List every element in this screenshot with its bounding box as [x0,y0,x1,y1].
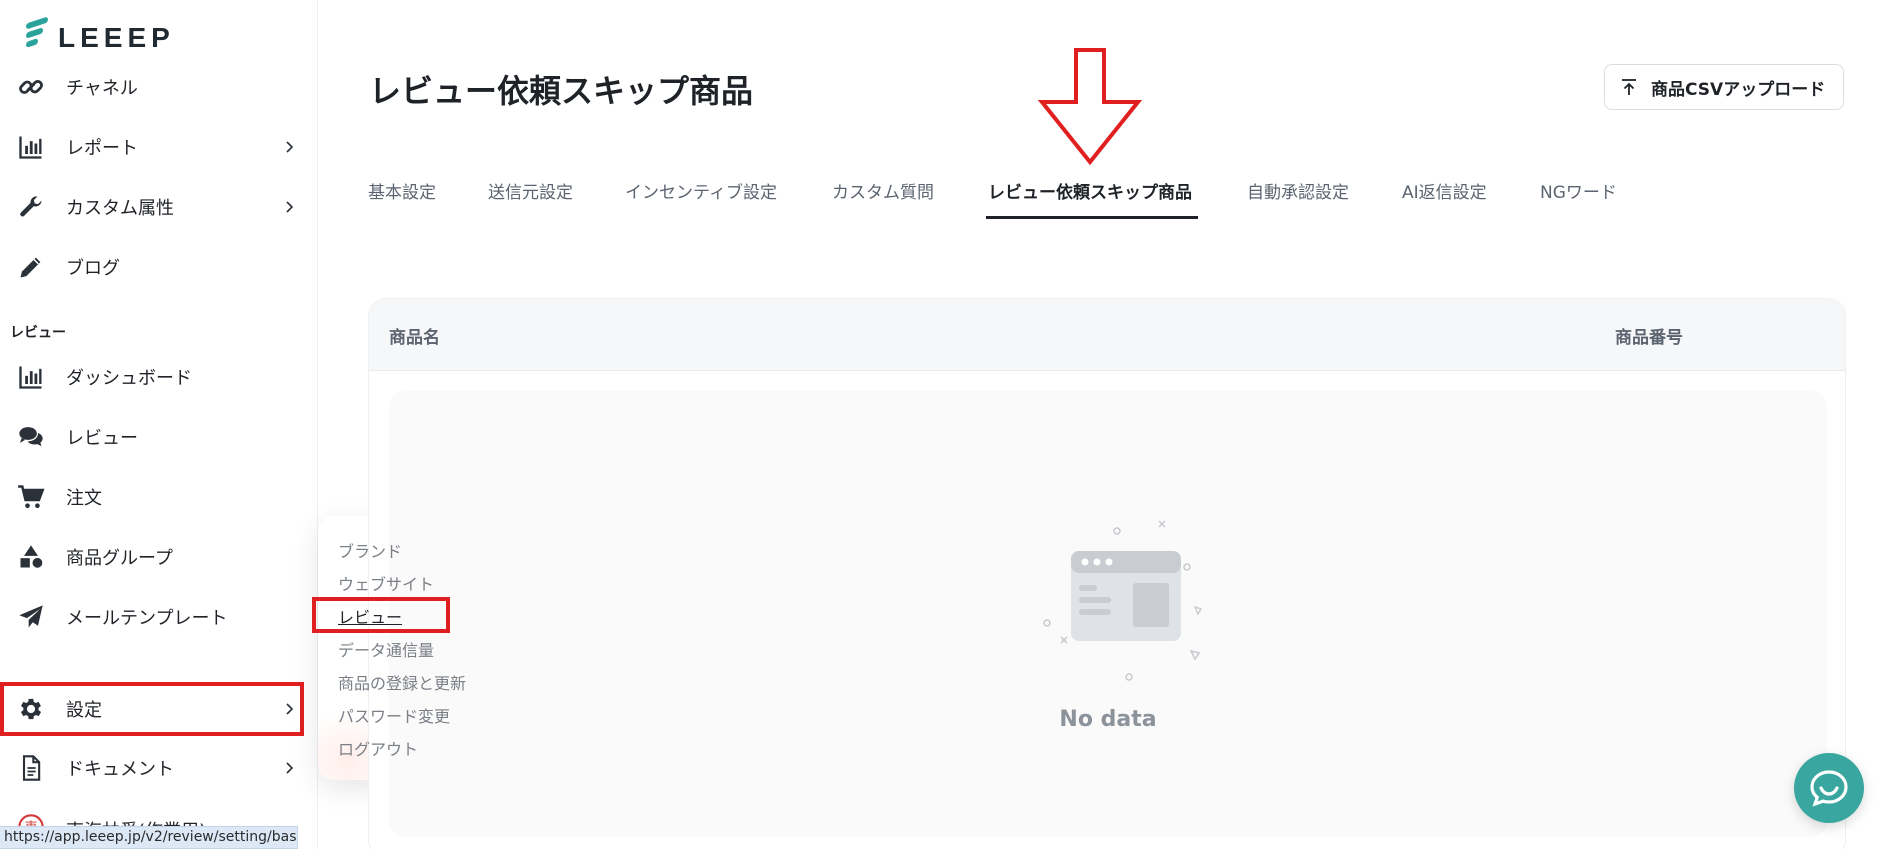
sidebar-item-label: 商品グループ [66,548,173,569]
chevron-right-icon [286,201,294,213]
sidebar-item-documents[interactable]: ドキュメント [0,743,304,793]
column-header-product-number[interactable]: 商品番号 [1615,323,1683,348]
annotation-down-arrow-icon [1038,48,1142,166]
sidebar-item-label: メールテンプレート [66,608,228,629]
sidebar-item-label: レビュー [66,428,138,449]
sidebar-item-blog[interactable]: ブログ [0,242,304,292]
chat-smile-icon [1810,770,1848,807]
flyout-item-product-registration[interactable]: 商品の登録と更新 [338,670,466,694]
leeep-logo[interactable]: LEEEP [26,14,175,54]
tab-ng-words[interactable]: NGワード [1540,178,1617,203]
tab-review-request-skip-products[interactable]: レビュー依頼スキップ商品 [988,178,1192,203]
chevron-right-icon [286,703,294,715]
gear-icon [16,694,46,724]
empty-state: No data [389,391,1827,837]
logo-mark-icon [26,16,50,52]
tab-auto-approval-settings[interactable]: 自動承認設定 [1247,178,1349,203]
pencil-icon [16,252,46,282]
annotation-highlight-box [312,597,450,633]
skip-products-table: 商品名 商品番号 No data [368,298,1846,849]
sidebar: LEEEP チャネル レポート カスタム属性 ブログ レビュー ダッシュボード [0,0,318,849]
active-tab-indicator [986,216,1198,219]
tab-sender-settings[interactable]: 送信元設定 [488,178,573,203]
sidebar-item-custom-attributes[interactable]: カスタム属性 [0,182,304,232]
sidebar-item-mail-templates[interactable]: メールテンプレート [0,592,304,642]
flyout-item-password-change[interactable]: パスワード変更 [338,703,450,727]
chat-support-button[interactable] [1794,753,1864,823]
sidebar-item-label: ドキュメント [66,759,174,780]
flyout-item-data-usage[interactable]: データ通信量 [338,637,434,661]
table-header: 商品名 商品番号 [369,299,1845,371]
bar-chart-icon [16,132,46,162]
sidebar-item-label: ブログ [66,258,120,279]
cart-icon [16,482,46,512]
sidebar-item-reviews[interactable]: レビュー [0,412,304,462]
sidebar-item-settings[interactable]: 設定 [0,682,304,736]
sidebar-item-product-groups[interactable]: 商品グループ [0,532,304,582]
wrench-icon [16,192,46,222]
sidebar-item-label: レポート [66,138,138,159]
paper-plane-icon [16,602,46,632]
logo-text: LEEEP [58,22,175,53]
sidebar-item-dashboard[interactable]: ダッシュボード [0,352,304,402]
sidebar-item-label: ダッシュボード [66,368,192,389]
bar-chart-icon [16,362,46,392]
sidebar-item-label: カスタム属性 [66,198,174,219]
csv-upload-button[interactable]: 商品CSVアップロード [1604,64,1844,110]
status-url-bar: https://app.leeep.jp/v2/review/setting/b… [0,826,298,849]
no-data-text: No data [1059,707,1157,732]
sidebar-item-label: チャネル [66,78,138,99]
page-title: レビュー依頼スキップ商品 [369,72,754,110]
chat-bubbles-icon [16,422,46,452]
sidebar-item-report[interactable]: レポート [0,122,304,172]
column-header-product-name[interactable]: 商品名 [389,323,440,348]
csv-upload-label: 商品CSVアップロード [1651,79,1826,100]
upload-icon [1622,79,1636,95]
section-label-review: レビュー [10,325,66,341]
link-icon [16,72,46,102]
tab-custom-questions[interactable]: カスタム質問 [832,178,934,203]
sidebar-item-orders[interactable]: 注文 [0,472,304,522]
document-icon [16,753,46,783]
sidebar-item-label: 設定 [66,700,102,721]
tab-incentive-settings[interactable]: インセンティブ設定 [625,178,777,203]
sidebar-item-channel[interactable]: チャネル [0,62,304,112]
flyout-item-logout[interactable]: ログアウト [338,736,418,760]
chevron-right-icon [286,141,294,153]
shapes-icon [16,542,46,572]
tab-basic-settings[interactable]: 基本設定 [368,178,436,203]
chevron-right-icon [286,762,294,774]
tab-ai-reply-settings[interactable]: AI返信設定 [1402,178,1487,203]
flyout-item-brand[interactable]: ブランド [338,538,402,562]
flyout-item-website[interactable]: ウェブサイト [338,571,434,595]
sidebar-item-label: 注文 [66,488,102,509]
empty-browser-icon [1043,520,1202,681]
